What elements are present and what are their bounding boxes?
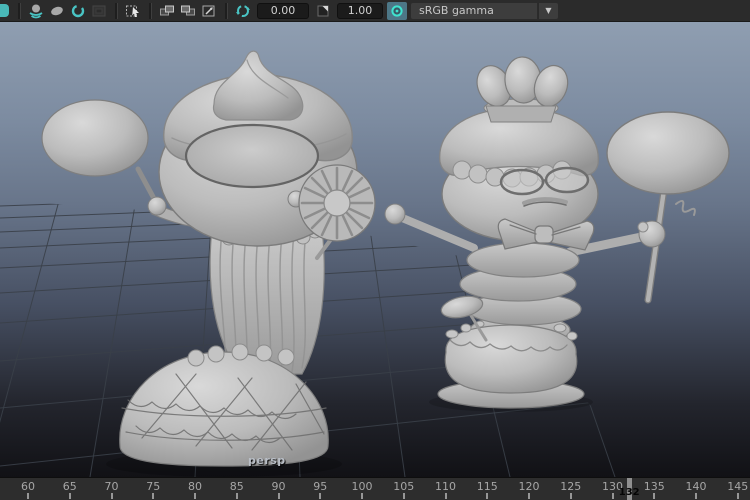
selection-mask-icon[interactable] bbox=[123, 2, 143, 20]
round-lollipop bbox=[607, 112, 729, 194]
frame-tick bbox=[27, 493, 29, 499]
ribbon-curl bbox=[676, 201, 695, 215]
frame-tick bbox=[111, 493, 113, 499]
frame-label: 145 bbox=[723, 480, 750, 493]
toolbar-separator[interactable] bbox=[149, 3, 151, 19]
snap-to-curves-icon[interactable] bbox=[47, 2, 67, 20]
frame-tick bbox=[445, 493, 447, 499]
frame-tick bbox=[403, 493, 405, 499]
toggle-exposure-icon[interactable] bbox=[233, 2, 253, 20]
frame-label: 105 bbox=[389, 480, 419, 493]
scene-canvas bbox=[0, 22, 750, 477]
frame-label: 70 bbox=[97, 480, 127, 493]
face-plate bbox=[186, 125, 318, 187]
exposure-field[interactable]: 0.00 bbox=[257, 3, 309, 19]
snap-to-grids-icon[interactable] bbox=[26, 2, 46, 20]
frame-tick bbox=[486, 493, 488, 499]
left-hand bbox=[148, 197, 166, 215]
frame-label: 75 bbox=[138, 480, 168, 493]
toolbar-separator[interactable] bbox=[115, 3, 117, 19]
view-transform-dropdown[interactable]: sRGB gamma bbox=[411, 3, 537, 19]
ground-grid bbox=[0, 172, 750, 477]
frame-tick bbox=[528, 493, 530, 499]
view-transform-value: sRGB gamma bbox=[419, 4, 494, 17]
toolbar-separator[interactable] bbox=[18, 3, 20, 19]
clipped-tool-icon[interactable] bbox=[0, 4, 9, 17]
viewport[interactable]: persp bbox=[0, 22, 750, 477]
frame-tick bbox=[236, 493, 238, 499]
frame-label: 60 bbox=[13, 480, 43, 493]
frame-label: 95 bbox=[305, 480, 335, 493]
frame-tick bbox=[69, 493, 71, 499]
frame-label: 80 bbox=[180, 480, 210, 493]
frame-tick bbox=[695, 493, 697, 499]
frame-tick bbox=[570, 493, 572, 499]
frame-label: 120 bbox=[514, 480, 544, 493]
input-connections-icon[interactable] bbox=[157, 2, 177, 20]
frame-tick bbox=[361, 493, 363, 499]
candy-granny-character[interactable] bbox=[385, 56, 729, 408]
frame-label: 115 bbox=[472, 480, 502, 493]
frame-tick bbox=[653, 493, 655, 499]
status-line-toolbar: 0.00 1.00 sRGB gamma ▼ bbox=[0, 0, 750, 22]
frame-tick bbox=[194, 493, 196, 499]
color-management-icon[interactable] bbox=[387, 2, 407, 20]
frame-label: 140 bbox=[681, 480, 711, 493]
cupcake-base bbox=[445, 325, 577, 393]
whipped-swirl bbox=[214, 51, 303, 120]
frame-label: 100 bbox=[347, 480, 377, 493]
frame-label: 90 bbox=[264, 480, 294, 493]
frame-label: 125 bbox=[556, 480, 586, 493]
balloon-lollipop bbox=[42, 100, 148, 176]
frame-label: 65 bbox=[55, 480, 85, 493]
frame-tick bbox=[737, 493, 739, 499]
view-transform-arrow-icon[interactable]: ▼ bbox=[538, 3, 558, 19]
make-live-icon[interactable] bbox=[89, 2, 109, 20]
toolbar-separator[interactable] bbox=[225, 3, 227, 19]
current-frame-label: 132 bbox=[616, 487, 642, 498]
snap-to-points-icon[interactable] bbox=[68, 2, 88, 20]
output-connections-icon[interactable] bbox=[178, 2, 198, 20]
frame-tick bbox=[612, 493, 614, 499]
construction-history-icon[interactable] bbox=[199, 2, 219, 20]
toggle-gamma-icon[interactable] bbox=[313, 2, 333, 20]
left-hand bbox=[385, 204, 405, 224]
frame-tick bbox=[152, 493, 154, 499]
time-slider[interactable]: 6065707580859095100105110115120125130135… bbox=[0, 477, 750, 500]
thumb bbox=[638, 222, 648, 232]
frame-label: 110 bbox=[431, 480, 461, 493]
camera-label: persp bbox=[248, 454, 286, 467]
gamma-field[interactable]: 1.00 bbox=[337, 3, 383, 19]
frame-tick bbox=[319, 493, 321, 499]
frame-label: 135 bbox=[639, 480, 669, 493]
frame-label: 85 bbox=[222, 480, 252, 493]
frame-tick bbox=[278, 493, 280, 499]
